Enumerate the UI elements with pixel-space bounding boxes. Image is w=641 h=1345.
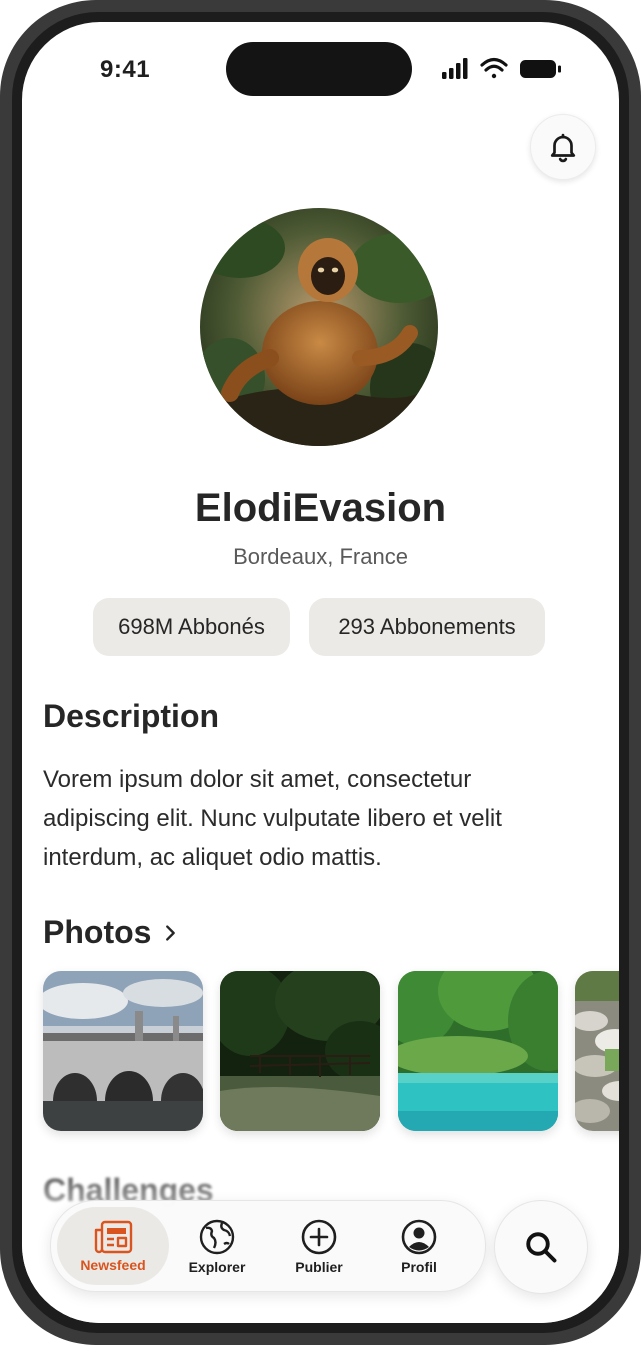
- nav-explorer[interactable]: Explorer: [161, 1207, 273, 1285]
- photos-title: Photos: [43, 914, 152, 950]
- bell-icon: [550, 133, 576, 163]
- location: Bordeaux, France: [233, 544, 408, 569]
- forest-photo: [220, 971, 380, 1131]
- nav-profil[interactable]: Profil: [363, 1207, 475, 1285]
- photo-lake[interactable]: [398, 971, 558, 1131]
- monkey-photo: [200, 208, 438, 446]
- globe-icon: [199, 1219, 235, 1254]
- wifi-icon: [480, 57, 508, 79]
- newspaper-icon: [94, 1220, 133, 1253]
- username: ElodiEvasion: [194, 486, 447, 530]
- user-circle-icon: [401, 1219, 437, 1254]
- nav-newsfeed[interactable]: Newsfeed: [57, 1207, 169, 1285]
- nav-explorer-label: Explorer: [188, 1258, 246, 1275]
- photo-river[interactable]: [575, 971, 619, 1131]
- nav-publier[interactable]: Publier: [263, 1207, 375, 1285]
- lake-photo: [398, 971, 558, 1131]
- nav-newsfeed-label: Newsfeed: [80, 1256, 146, 1273]
- status-time: 9:41: [100, 56, 151, 83]
- photos-header[interactable]: Photos: [43, 914, 181, 951]
- river-photo: [575, 971, 619, 1131]
- screen: 9:41 ElodiEvasion Bordeaux, France 698M …: [22, 22, 619, 1323]
- chevron-right-icon: [166, 924, 176, 941]
- search-icon: [526, 1232, 557, 1263]
- dynamic-island: [226, 42, 412, 96]
- photo-forest[interactable]: [220, 971, 380, 1131]
- description-title: Description: [43, 698, 220, 734]
- status-icons: [442, 57, 561, 79]
- bottom-nav: Newsfeed Explorer Publier Profil: [50, 1200, 486, 1292]
- avatar[interactable]: [200, 208, 438, 446]
- bridge-photo: [43, 971, 203, 1131]
- signal-icon: [442, 58, 468, 79]
- plus-circle-icon: [301, 1219, 337, 1254]
- notifications-button[interactable]: [530, 114, 596, 180]
- followers-chip[interactable]: 698M Abbonés: [93, 598, 290, 656]
- photo-bridge[interactable]: [43, 971, 203, 1131]
- battery-icon: [520, 60, 561, 78]
- description-text: Vorem ipsum dolor sit amet, consectetur …: [43, 766, 502, 871]
- nav-publier-label: Publier: [295, 1258, 343, 1275]
- search-button[interactable]: [494, 1200, 588, 1294]
- nav-profil-label: Profil: [401, 1258, 437, 1275]
- following-chip[interactable]: 293 Abbonements: [309, 598, 545, 656]
